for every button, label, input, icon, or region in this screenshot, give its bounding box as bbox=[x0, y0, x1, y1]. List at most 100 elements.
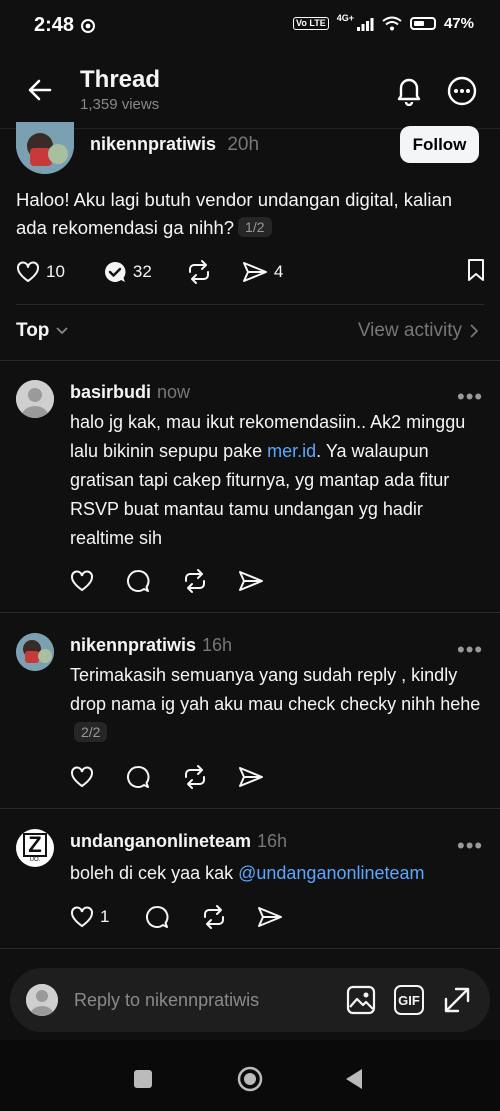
back-icon[interactable] bbox=[344, 1068, 364, 1095]
comment-author[interactable]: undanganonlineteam bbox=[70, 831, 251, 851]
comment-header: basirbudi now bbox=[70, 382, 190, 403]
view-activity-label: View activity bbox=[357, 320, 462, 341]
comment-icon[interactable] bbox=[126, 765, 150, 789]
gif-button[interactable]: GIF bbox=[394, 985, 424, 1015]
comment-more-icon[interactable]: ••• bbox=[457, 835, 483, 857]
post-text: Haloo! Aku lagi butuh vendor undangan di… bbox=[16, 186, 486, 242]
avatar[interactable] bbox=[16, 122, 74, 174]
repost-icon[interactable] bbox=[182, 569, 208, 593]
post-author[interactable]: nikennpratiwis bbox=[90, 134, 216, 154]
battery-percent: 47% bbox=[443, 15, 474, 32]
comment-body: boleh di cek yaa kak @undanganonlineteam bbox=[70, 859, 486, 888]
comment-time: 16h bbox=[257, 831, 288, 851]
image-icon[interactable] bbox=[346, 985, 376, 1020]
mention-link[interactable]: @undanganonlineteam bbox=[238, 863, 424, 883]
comment-time: now bbox=[157, 382, 191, 402]
comment-body: halo jg kak, mau ikut rekomendasiin.. Ak… bbox=[70, 408, 486, 553]
wifi-icon bbox=[382, 16, 402, 31]
reply-count-button[interactable]: 32 bbox=[103, 260, 152, 284]
comment-header: undanganonlineteam 16h bbox=[70, 831, 287, 852]
repost-icon[interactable] bbox=[201, 905, 227, 929]
post-actions: 10 32 4 bbox=[16, 258, 486, 287]
network-type: 4G+ bbox=[336, 12, 354, 23]
comment-actions bbox=[70, 569, 264, 593]
send-icon[interactable] bbox=[238, 766, 264, 788]
comment-divider bbox=[0, 612, 500, 613]
default-avatar-icon bbox=[26, 984, 58, 1016]
page-pill: 2/2 bbox=[74, 722, 108, 742]
comment-icon[interactable] bbox=[126, 569, 150, 593]
repost-icon bbox=[188, 260, 209, 284]
comment-header: nikennpratiwis 16h bbox=[70, 635, 232, 656]
comment-more-icon[interactable]: ••• bbox=[457, 639, 483, 661]
sort-dropdown[interactable]: Top bbox=[16, 320, 69, 342]
post-author-line: nikennpratiwis 20h bbox=[90, 134, 259, 156]
comment-divider bbox=[0, 808, 500, 809]
signal-icon bbox=[356, 17, 374, 31]
status-indicators: Vo LTE 4G+ 47% bbox=[293, 12, 474, 32]
bookmark-icon bbox=[468, 258, 484, 281]
like-button[interactable]: 10 bbox=[16, 261, 65, 283]
comment-icon[interactable] bbox=[145, 905, 169, 929]
heart-icon bbox=[17, 261, 39, 282]
heart-icon bbox=[71, 906, 93, 928]
share-count: 4 bbox=[273, 262, 284, 281]
view-activity-link[interactable]: View activity bbox=[358, 320, 478, 342]
repost-icon[interactable] bbox=[182, 765, 208, 789]
expand-icon[interactable] bbox=[442, 985, 472, 1020]
comment-body: Terimakasih semuanya yang sudah reply , … bbox=[70, 661, 486, 748]
comment-author[interactable]: basirbudi bbox=[70, 382, 151, 402]
comment-more-icon[interactable]: ••• bbox=[457, 386, 483, 408]
sort-divider bbox=[0, 360, 500, 361]
send-icon[interactable] bbox=[257, 906, 283, 928]
comment-text: boleh di cek yaa kak bbox=[70, 863, 239, 883]
repost-button[interactable] bbox=[186, 260, 212, 284]
page-title: Thread bbox=[80, 66, 161, 93]
post-divider bbox=[16, 304, 484, 305]
more-options-icon[interactable] bbox=[447, 76, 477, 106]
comment-actions bbox=[70, 765, 264, 789]
avatar-sub: UO. bbox=[29, 857, 41, 863]
comment-time: 16h bbox=[202, 635, 233, 655]
view-count: 1,359 views bbox=[80, 96, 160, 113]
verified-reply-icon bbox=[104, 261, 126, 282]
post-time: 20h bbox=[227, 134, 260, 155]
avatar-letter: Z bbox=[23, 833, 47, 857]
avatar[interactable]: Z UO. bbox=[16, 829, 54, 867]
like-button[interactable]: 1 bbox=[70, 906, 109, 928]
comment-actions: 1 bbox=[70, 905, 283, 929]
comment-text: Terimakasih semuanya yang sudah reply , … bbox=[70, 665, 481, 714]
back-arrow-icon[interactable] bbox=[26, 76, 54, 104]
post-body: Haloo! Aku lagi butuh vendor undangan di… bbox=[16, 189, 453, 238]
home-icon[interactable] bbox=[236, 1065, 264, 1098]
chevron-right-icon bbox=[470, 324, 478, 338]
chevron-down-icon bbox=[56, 327, 69, 335]
like-count: 10 bbox=[46, 262, 65, 281]
comment-divider bbox=[0, 948, 500, 949]
reply-input[interactable]: Reply to nikennpratiwis bbox=[74, 990, 259, 1011]
share-button[interactable]: 4 bbox=[242, 261, 283, 283]
status-time: 2:48 bbox=[34, 14, 75, 36]
bookmark-button[interactable] bbox=[466, 258, 486, 287]
send-icon bbox=[242, 262, 267, 282]
comment-link[interactable]: mer.id bbox=[267, 441, 316, 461]
heart-icon[interactable] bbox=[70, 570, 94, 592]
recents-icon[interactable] bbox=[134, 1070, 152, 1088]
battery-icon bbox=[409, 17, 436, 30]
reply-count: 32 bbox=[132, 262, 152, 281]
send-icon[interactable] bbox=[238, 570, 264, 592]
avatar[interactable] bbox=[16, 380, 54, 418]
bell-icon[interactable] bbox=[394, 74, 424, 106]
comment-author[interactable]: nikennpratiwis bbox=[70, 635, 196, 655]
avatar[interactable] bbox=[16, 633, 54, 671]
avatar bbox=[26, 984, 58, 1016]
threads-status-icon bbox=[80, 18, 96, 39]
sort-label: Top bbox=[16, 320, 50, 341]
volte-badge: Vo LTE bbox=[293, 17, 329, 30]
default-avatar-icon bbox=[16, 380, 54, 418]
like-count: 1 bbox=[100, 907, 110, 926]
follow-button[interactable]: Follow bbox=[400, 126, 479, 163]
page-pill: 1/2 bbox=[238, 217, 272, 237]
heart-icon[interactable] bbox=[70, 766, 94, 788]
status-bar: 2:48 Vo LTE 4G+ 47% bbox=[0, 0, 500, 52]
